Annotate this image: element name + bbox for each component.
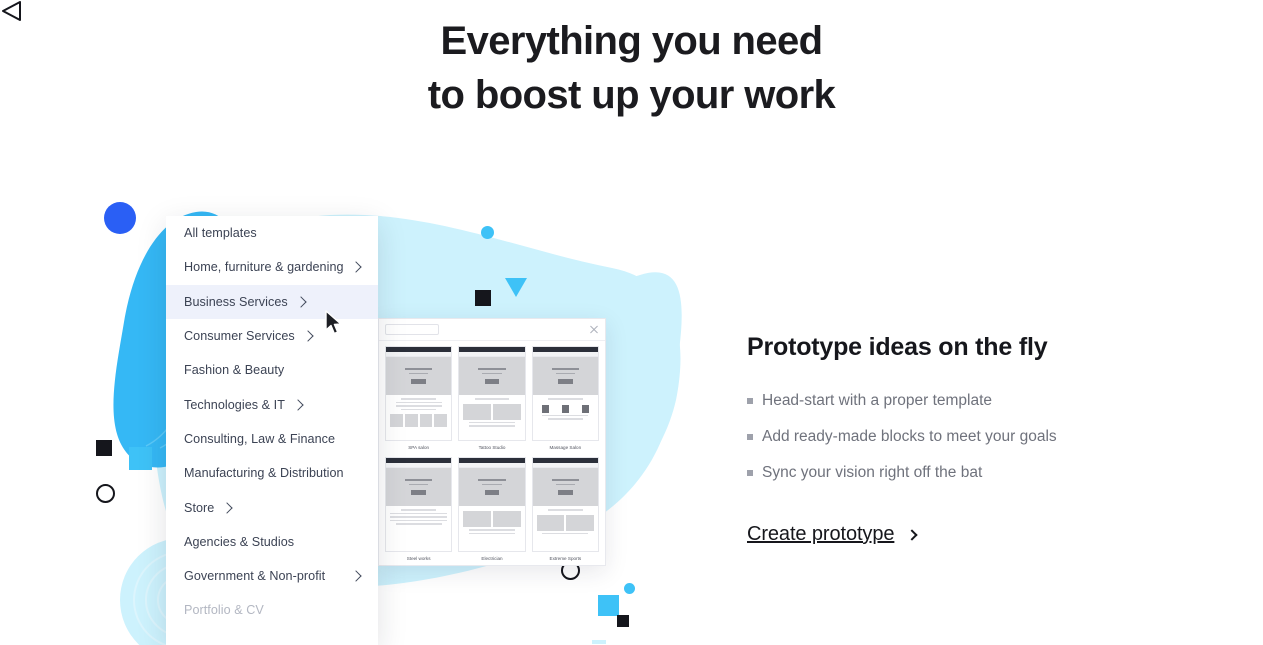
menu-item-manufacturing-distribution[interactable]: Manufacturing & Distribution <box>166 456 378 490</box>
chevron-right-icon <box>292 398 304 411</box>
template-name: Steel works <box>406 556 431 561</box>
menu-item-label: Business Services <box>184 294 288 309</box>
page-root: Everything you need to boost up your wor… <box>0 0 1263 645</box>
menu-item-consulting-law-finance[interactable]: Consulting, Law & Finance <box>166 422 378 456</box>
template-card[interactable]: Massage Salon <box>531 346 599 451</box>
template-card[interactable]: Steel works <box>385 457 453 562</box>
chevron-right-icon <box>221 501 234 514</box>
template-card[interactable]: Extreme Sports <box>531 457 599 562</box>
decor-square-black-bottom <box>617 615 629 627</box>
template-thumbnail <box>385 457 453 552</box>
feature-section: Prototype ideas on the fly Head-start wi… <box>747 330 1167 546</box>
feature-bullet-item: Sync your vision right off the bat <box>747 462 1167 483</box>
menu-item-all-templates[interactable]: All templates <box>166 216 378 250</box>
modal-toolbar <box>379 319 605 341</box>
decor-circle-outline-left <box>96 484 115 503</box>
feature-bullet-item: Head-start with a proper template <box>747 390 1167 411</box>
menu-item-home-furniture-gardening[interactable]: Home, furniture & gardening <box>166 250 378 284</box>
chevron-right-icon <box>906 528 919 541</box>
menu-item-portfolio-cv[interactable]: Portfolio & CV <box>166 593 378 627</box>
menu-item-technologies-it[interactable]: Technologies & IT <box>166 387 378 421</box>
menu-item-fashion-beauty[interactable]: Fashion & Beauty <box>166 353 378 387</box>
template-card[interactable]: SPA salon <box>385 346 453 451</box>
bullet-marker-icon <box>747 434 753 440</box>
template-card[interactable]: Electrician <box>458 457 526 562</box>
decor-square-cyan-bottom <box>598 595 619 616</box>
template-name: Massage Salon <box>549 445 582 450</box>
bullet-marker-icon <box>747 470 753 476</box>
template-thumbnail <box>531 457 599 552</box>
menu-item-consumer-services[interactable]: Consumer Services <box>166 319 378 353</box>
menu-item-agencies-studios[interactable]: Agencies & Studios <box>166 525 378 559</box>
template-name: SPA salon <box>408 445 430 450</box>
feature-bullet-item: Add ready-made blocks to meet your goals <box>747 426 1167 447</box>
chevron-right-icon <box>302 330 314 342</box>
template-thumbnail <box>458 346 526 441</box>
menu-item-label: Consumer Services <box>184 329 295 344</box>
menu-item-government-nonprofit[interactable]: Government & Non-profit <box>166 559 378 593</box>
menu-item-label: Portfolio & CV <box>184 603 264 618</box>
chevron-right-icon <box>350 261 362 274</box>
template-category-menu[interactable]: All templates Home, furniture & gardenin… <box>166 216 378 645</box>
template-grid: SPA salon Tattoo Studio Massage Salon St… <box>379 341 605 565</box>
template-name: Tattoo Studio <box>478 445 506 450</box>
menu-item-store[interactable]: Store <box>166 490 378 524</box>
template-name: Electrician <box>481 556 503 561</box>
decor-square-black-left <box>96 440 112 456</box>
menu-item-label: Agencies & Studios <box>184 534 295 549</box>
menu-item-business-services[interactable]: Business Services <box>166 284 378 319</box>
decor-triangle-cyan <box>505 278 527 297</box>
menu-item-label: All templates <box>184 226 257 241</box>
feature-bullet-list: Head-start with a proper template Add re… <box>747 390 1167 483</box>
menu-item-label: Fashion & Beauty <box>184 363 285 378</box>
template-thumbnail <box>531 346 599 441</box>
decor-dot-cyan-bottom <box>624 583 635 594</box>
decor-triangle-outline-icon <box>2 1 21 21</box>
create-prototype-link[interactable]: Create prototype <box>747 523 1167 546</box>
feature-title: Prototype ideas on the fly <box>747 333 1048 361</box>
chevron-right-icon <box>350 570 362 582</box>
feature-bullet-text: Head-start with a proper template <box>762 392 993 409</box>
mouse-cursor-icon <box>325 310 342 335</box>
bullet-marker-icon <box>747 398 753 404</box>
chevron-right-icon <box>295 296 307 308</box>
decor-square-black-top <box>475 290 491 306</box>
menu-item-label: Consulting, Law & Finance <box>184 431 336 446</box>
menu-item-label: Manufacturing & Distribution <box>184 466 344 481</box>
template-picker-modal[interactable]: SPA salon Tattoo Studio Massage Salon St… <box>378 318 606 566</box>
feature-bullet-text: Add ready-made blocks to meet your goals <box>762 428 1057 445</box>
create-prototype-label: Create prototype <box>747 523 895 545</box>
template-thumbnail <box>385 346 453 441</box>
decor-square-cyan-left <box>129 447 152 470</box>
menu-item-label: Government & Non-profit <box>184 569 326 584</box>
decor-circle-blue <box>104 202 136 234</box>
menu-item-label: Technologies & IT <box>184 397 285 412</box>
template-search-input[interactable] <box>385 324 439 335</box>
decor-dot-cyan-top <box>481 226 494 239</box>
menu-item-label: Store <box>184 500 215 515</box>
close-icon[interactable] <box>589 325 599 335</box>
template-name: Extreme Sports <box>549 556 582 561</box>
template-thumbnail <box>458 457 526 552</box>
menu-item-label: Home, furniture & gardening <box>184 260 344 275</box>
template-card[interactable]: Tattoo Studio <box>458 346 526 451</box>
feature-bullet-text: Sync your vision right off the bat <box>762 464 983 481</box>
